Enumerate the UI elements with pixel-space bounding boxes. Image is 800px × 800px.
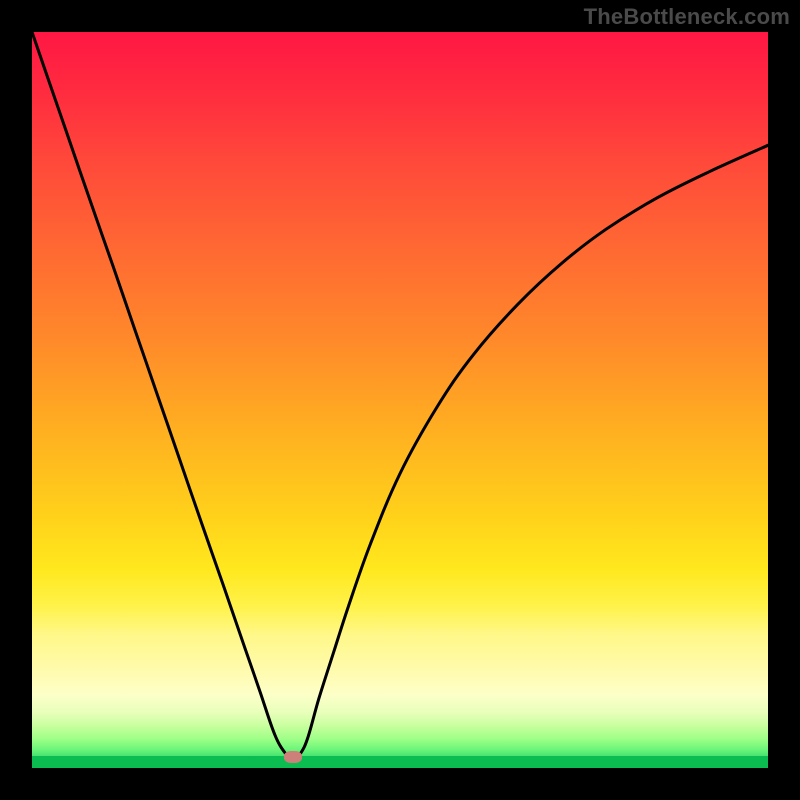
watermark-text: TheBottleneck.com bbox=[584, 4, 790, 30]
chart-frame: TheBottleneck.com bbox=[0, 0, 800, 800]
plot-area bbox=[32, 32, 768, 768]
optimal-marker bbox=[284, 751, 302, 763]
bottleneck-curve bbox=[32, 32, 768, 768]
